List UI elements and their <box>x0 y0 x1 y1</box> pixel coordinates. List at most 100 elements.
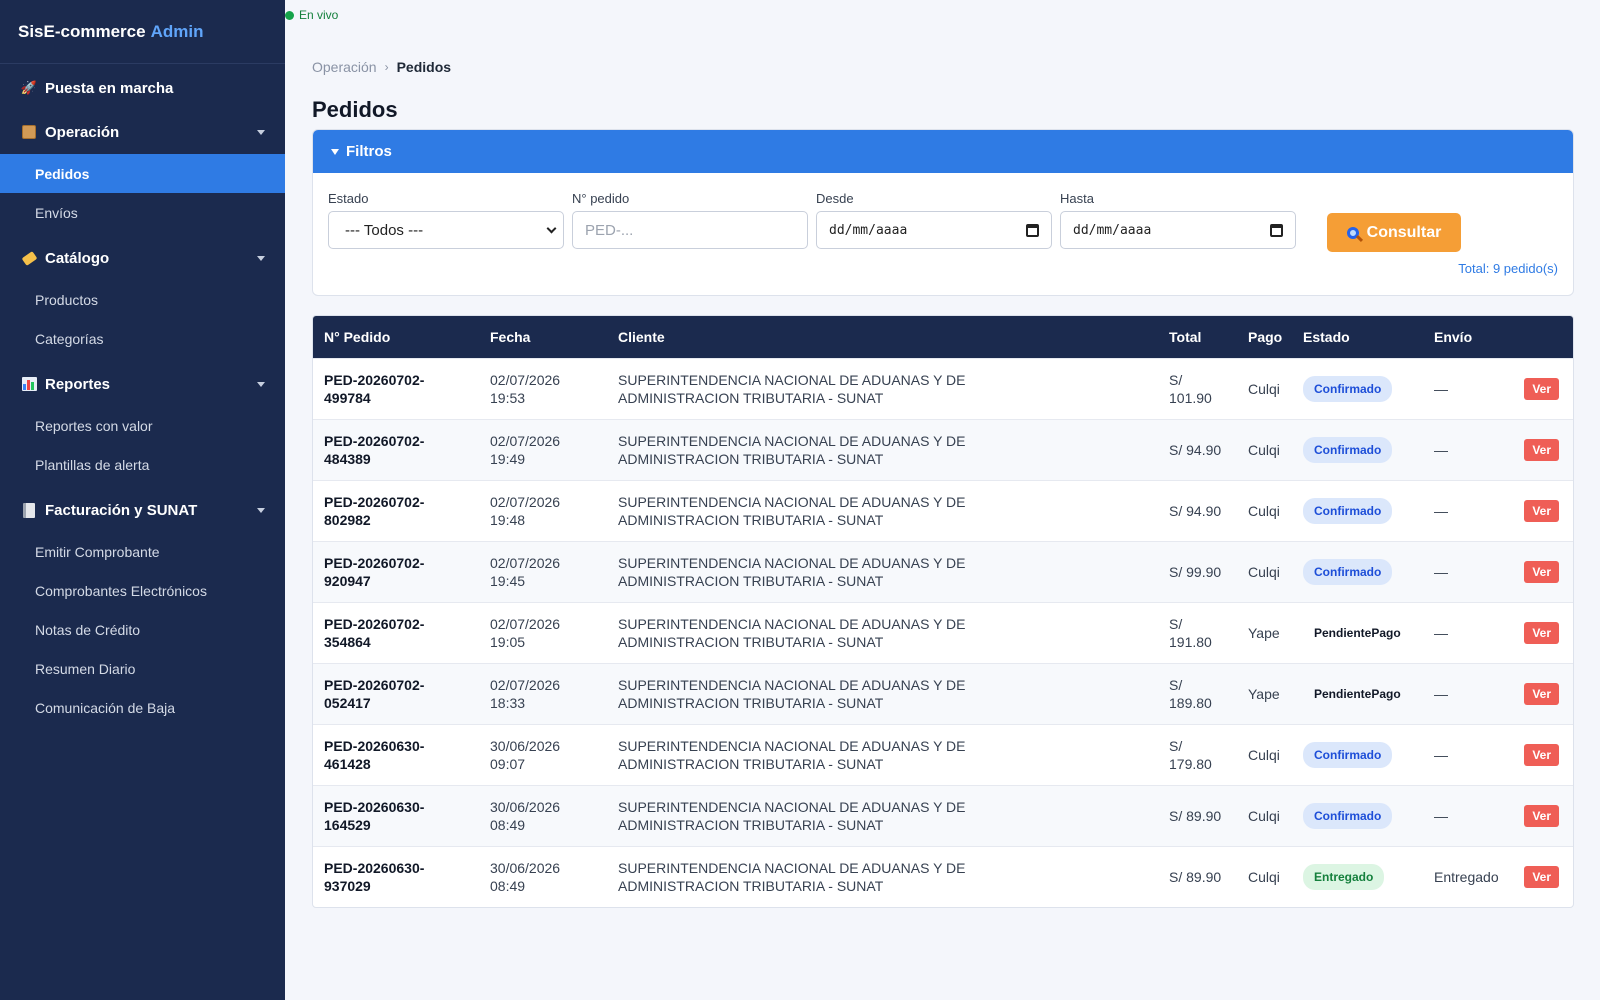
receipt-icon <box>20 501 38 519</box>
order-pago: Culqi <box>1248 868 1280 885</box>
order-pago: Culqi <box>1248 502 1280 519</box>
order-total-text: S/ 191.80 <box>1169 615 1212 650</box>
order-fecha: 02/07/2026 19:48 <box>479 480 607 541</box>
table-row: PED-20260702-499784 02/07/2026 19:53 SUPER… <box>313 358 1573 419</box>
sidebar-item-envios[interactable]: Envíos <box>0 193 285 232</box>
order-id: PED-20260630-164529 <box>313 785 479 846</box>
order-cliente: SUPERINTENDENCIA NACIONAL DE ADUANAS Y D… <box>607 846 1158 907</box>
order-total: S/ 191.80 <box>1158 602 1237 663</box>
sidebar-item-productos[interactable]: Productos <box>0 280 285 319</box>
view-order-button[interactable]: Ver <box>1524 682 1559 705</box>
status-badge: Confirmado <box>1303 436 1393 463</box>
order-fecha: 30/06/2026 08:49 <box>479 846 607 907</box>
order-total: S/ 94.90 <box>1158 480 1237 541</box>
order-actions: Ver <box>1511 602 1573 663</box>
order-total-text: S/ 89.90 <box>1169 807 1222 824</box>
sidebar-item-pedidos[interactable]: Pedidos <box>0 154 285 193</box>
order-pago: Yape <box>1248 685 1280 702</box>
sidebar-group-operacion[interactable]: Operación <box>0 110 285 154</box>
view-order-button[interactable]: Ver <box>1524 865 1559 888</box>
status-badge: Confirmado <box>1303 802 1393 829</box>
order-fecha-text: 02/07/2026 19:49 <box>490 432 561 467</box>
status-badge: PendientePago <box>1314 686 1401 701</box>
order-fecha: 02/07/2026 19:05 <box>479 602 607 663</box>
pedido-input[interactable]: PED-... <box>572 211 808 249</box>
desde-date-input[interactable]: dd/mm/aaaa <box>816 211 1052 249</box>
sidebar-item-notas-de-credito[interactable]: Notas de Crédito <box>0 610 285 649</box>
view-order-button[interactable]: Ver <box>1524 743 1559 766</box>
order-fecha-text: 02/07/2026 19:48 <box>490 493 561 528</box>
order-fecha-text: 30/06/2026 08:49 <box>490 859 561 894</box>
order-envio: — <box>1434 807 1448 824</box>
orders-table: N° Pedido Fecha Cliente Total Pago Estad… <box>312 315 1574 908</box>
order-cliente: SUPERINTENDENCIA NACIONAL DE ADUANAS Y D… <box>607 480 1158 541</box>
chevron-down-icon <box>257 129 265 135</box>
view-order-button[interactable]: Ver <box>1524 438 1559 461</box>
calendar-icon[interactable] <box>1270 223 1283 237</box>
order-envio: — <box>1434 380 1448 397</box>
breadcrumb: Operación › Pedidos <box>312 59 451 75</box>
order-total: S/ 179.80 <box>1158 724 1237 785</box>
sidebar-group-facturacion[interactable]: Facturación y SUNAT <box>0 488 285 532</box>
filters-title: Filtros <box>346 143 392 160</box>
header-id: N° Pedido <box>324 328 391 345</box>
desde-filter: Desde dd/mm/aaaa <box>816 191 1052 249</box>
chevron-down-icon <box>257 381 265 387</box>
view-order-button[interactable]: Ver <box>1524 804 1559 827</box>
order-cliente-text: SUPERINTENDENCIA NACIONAL DE ADUANAS Y D… <box>618 432 966 467</box>
view-order-button[interactable]: Ver <box>1524 499 1559 522</box>
sidebar-item-emitir-comprobante[interactable]: Emitir Comprobante <box>0 532 285 571</box>
sidebar-item-plantillas-de-alerta[interactable]: Plantillas de alerta <box>0 445 285 484</box>
sidebar-item-categorias[interactable]: Categorías <box>0 319 285 358</box>
order-total-text: S/ 89.90 <box>1169 868 1222 885</box>
brand-logo[interactable]: SisE-commerce Admin <box>0 0 285 64</box>
sidebar-item-reportes-con-valor[interactable]: Reportes con valor <box>0 406 285 445</box>
order-pago: Yape <box>1248 624 1280 641</box>
calendar-icon[interactable] <box>1026 223 1039 237</box>
order-cliente: SUPERINTENDENCIA NACIONAL DE ADUANAS Y D… <box>607 541 1158 602</box>
pedido-label: N° pedido <box>572 191 630 206</box>
breadcrumb-parent[interactable]: Operación <box>312 59 377 75</box>
live-label: En vivo <box>299 8 339 22</box>
sidebar-group-catalogo[interactable]: Catálogo <box>0 236 285 280</box>
view-order-button[interactable]: Ver <box>1524 621 1559 644</box>
order-cliente-text: SUPERINTENDENCIA NACIONAL DE ADUANAS Y D… <box>618 676 966 711</box>
table-row: PED-20260702-484389 02/07/2026 19:49 SUPER… <box>313 419 1573 480</box>
chevron-down-icon <box>257 507 265 513</box>
order-estado: Confirmado <box>1292 480 1423 541</box>
order-total: S/ 89.90 <box>1158 785 1237 846</box>
consultar-label: Consultar <box>1366 223 1442 241</box>
chevron-down-icon <box>257 255 265 261</box>
estado-select[interactable]: --- Todos --- <box>328 211 564 249</box>
sidebar-item-puesta-en-marcha[interactable]: 🚀 Puesta en marcha <box>0 66 285 110</box>
order-fecha-text: 30/06/2026 08:49 <box>490 798 561 833</box>
order-cliente: SUPERINTENDENCIA NACIONAL DE ADUANAS Y D… <box>607 358 1158 419</box>
order-cliente-text: SUPERINTENDENCIA NACIONAL DE ADUANAS Y D… <box>618 615 966 650</box>
view-order-button[interactable]: Ver <box>1524 377 1559 400</box>
hasta-date-input[interactable]: dd/mm/aaaa <box>1060 211 1296 249</box>
search-icon <box>1346 226 1359 239</box>
order-actions: Ver <box>1511 663 1573 724</box>
order-envio: — <box>1434 685 1448 702</box>
filters-toggle[interactable]: Filtros <box>313 130 1573 173</box>
sidebar-item-comunicacion-de-baja[interactable]: Comunicación de Baja <box>0 688 285 727</box>
order-actions: Ver <box>1511 480 1573 541</box>
sidebar-group-label: Facturación y SUNAT <box>45 501 198 519</box>
order-cliente-text: SUPERINTENDENCIA NACIONAL DE ADUANAS Y D… <box>618 737 966 772</box>
order-cliente-text: SUPERINTENDENCIA NACIONAL DE ADUANAS Y D… <box>618 493 966 528</box>
sidebar-group-reportes[interactable]: Reportes <box>0 362 285 406</box>
view-order-button[interactable]: Ver <box>1524 560 1559 583</box>
order-envio: — <box>1434 746 1448 763</box>
table-row: PED-20260630-461428 30/06/2026 09:07 SUPER… <box>313 724 1573 785</box>
order-pago: Culqi <box>1248 441 1280 458</box>
hasta-label: Hasta <box>1060 191 1094 206</box>
pedido-input-placeholder: PED-... <box>585 221 634 239</box>
table-header-row: N° Pedido Fecha Cliente Total Pago Estad… <box>313 316 1573 358</box>
consultar-button[interactable]: Consultar <box>1327 213 1461 252</box>
order-estado: Entregado <box>1292 846 1423 907</box>
brand-name: SisE-commerce <box>18 21 146 41</box>
sidebar-item-comprobantes-electronicos[interactable]: Comprobantes Electrónicos <box>0 571 285 610</box>
main-content: En vivo Operación › Pedidos Pedidos Filt… <box>285 0 1600 1000</box>
sidebar-item-resumen-diario[interactable]: Resumen Diario <box>0 649 285 688</box>
order-id: PED-20260630-461428 <box>313 724 479 785</box>
